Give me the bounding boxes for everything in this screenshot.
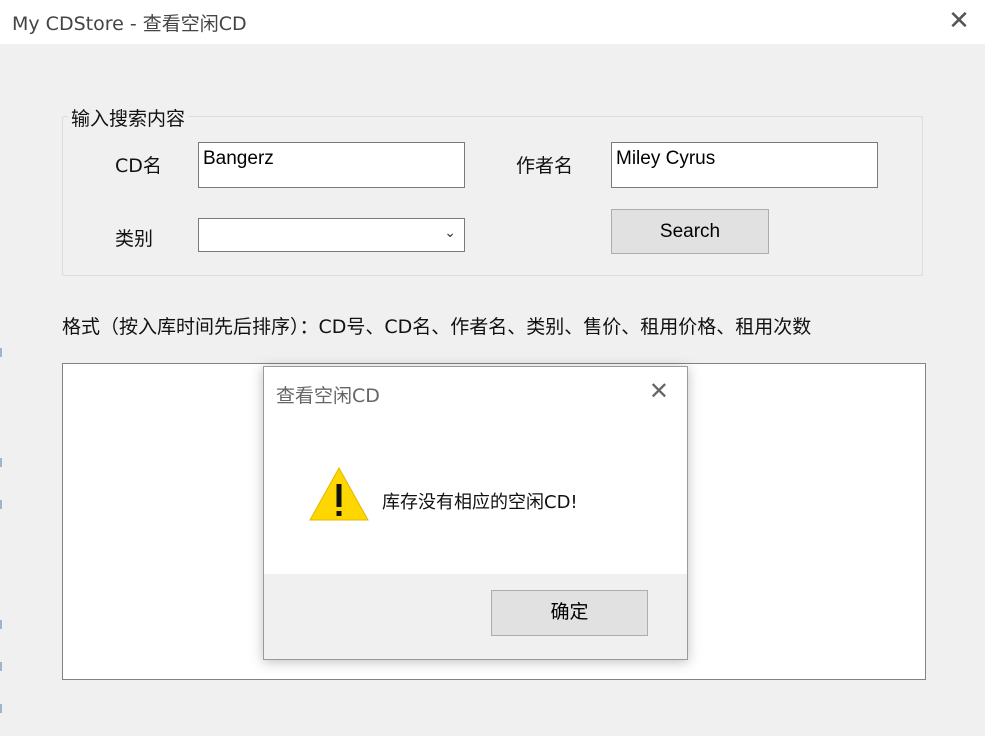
- dialog-title: 查看空闲CD: [276, 385, 380, 407]
- dialog-message: 库存没有相应的空闲CD!: [382, 492, 578, 513]
- search-group-legend: 输入搜索内容: [68, 104, 189, 131]
- edge-marker: [0, 500, 2, 509]
- author-input[interactable]: Miley Cyrus: [611, 142, 878, 188]
- edge-marker: [0, 458, 2, 467]
- edge-marker: [0, 620, 2, 629]
- warning-icon: [309, 466, 369, 521]
- window-close-icon[interactable]: ✕: [947, 6, 971, 36]
- search-groupbox: [62, 116, 923, 276]
- category-label: 类别: [115, 228, 154, 250]
- dialog-footer: 确定: [264, 574, 687, 659]
- main-window: My CDStore - 查看空闲CD ✕ 输入搜索内容 CD名 Bangerz…: [0, 0, 985, 736]
- author-label: 作者名: [516, 155, 574, 177]
- ok-button[interactable]: 确定: [491, 590, 648, 636]
- title-bar[interactable]: My CDStore - 查看空闲CD ✕: [0, 0, 985, 44]
- edge-marker: [0, 704, 2, 713]
- edge-marker: [0, 662, 2, 671]
- chevron-down-icon[interactable]: ⌄: [444, 225, 456, 241]
- search-button[interactable]: Search: [611, 209, 769, 254]
- dialog-close-icon[interactable]: ✕: [649, 377, 669, 405]
- cd-name-input[interactable]: Bangerz: [198, 142, 465, 188]
- format-description: 格式（按入库时间先后排序）：CD号、CD名、作者名、类别、售价、租用价格、租用次…: [62, 316, 812, 338]
- message-dialog: 查看空闲CD ✕ 库存没有相应的空闲CD! 确定: [263, 366, 688, 660]
- cd-name-label: CD名: [115, 155, 162, 177]
- edge-marker: [0, 348, 2, 357]
- category-select[interactable]: ⌄: [198, 218, 465, 252]
- window-title: My CDStore - 查看空闲CD: [12, 13, 247, 35]
